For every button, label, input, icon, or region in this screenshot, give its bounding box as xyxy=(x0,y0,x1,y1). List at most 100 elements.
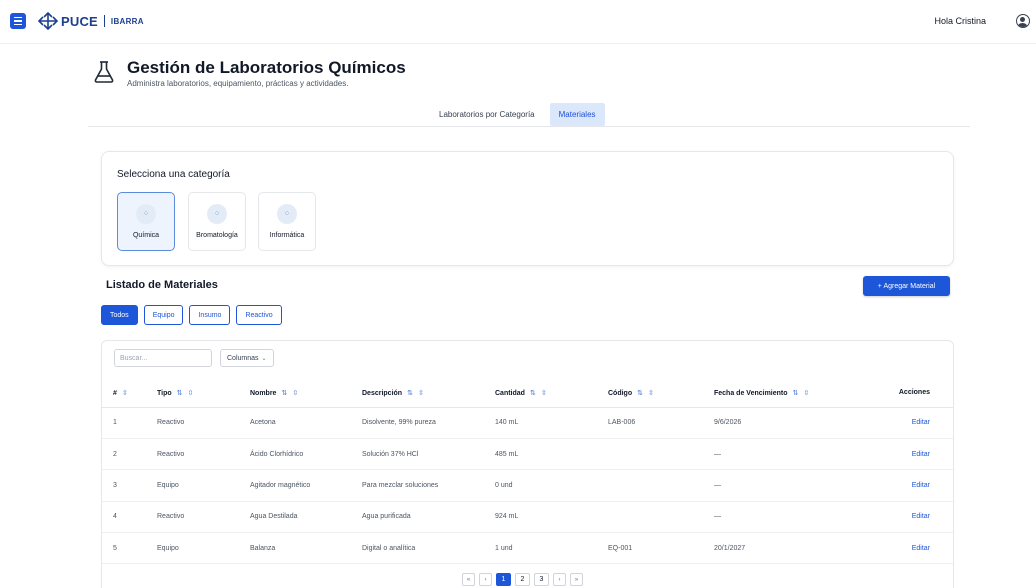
cell-nombre: Agua Destilada xyxy=(250,501,362,534)
edit-link[interactable]: Editar xyxy=(912,513,930,520)
page-header: Gestión de Laboratorios Químicos Adminis… xyxy=(93,58,406,88)
atom-icon: ⁘ xyxy=(136,204,156,224)
filter-icon[interactable]: ⇳ xyxy=(803,390,809,397)
sort-icon[interactable]: ⇅ xyxy=(281,390,287,397)
cell-tipo: Reactivo xyxy=(157,438,250,471)
cell-codigo xyxy=(608,438,714,471)
cell-nombre: Acetona xyxy=(250,407,362,439)
category-bromatologia[interactable]: ⁘ Bromatología xyxy=(188,192,246,251)
cell-number: 3 xyxy=(102,469,157,502)
campus-name: IBARRA xyxy=(110,16,144,26)
tab-materiales[interactable]: Materiales xyxy=(549,103,605,126)
cell-tipo: Equipo xyxy=(157,532,250,565)
cell-cantidad: 485 mL xyxy=(495,438,608,471)
menu-icon[interactable] xyxy=(10,13,26,29)
page-button-1[interactable]: 1 xyxy=(496,573,511,586)
top-bar: PUCE IBARRA Hola Cristina xyxy=(0,0,1036,44)
columns-dropdown[interactable]: Columnas ⌄ xyxy=(220,349,274,367)
column-header-cantidad[interactable]: Cantidad ⇅ ⇳ xyxy=(495,379,608,408)
table-row: 5 Equipo Balanza Digital o analítica 1 u… xyxy=(102,532,953,565)
cell-tipo: Reactivo xyxy=(157,407,250,439)
cell-cantidad: 924 mL xyxy=(495,501,608,534)
filter-icon[interactable]: ⇳ xyxy=(541,390,547,397)
atom-icon: ⁘ xyxy=(207,204,227,224)
user-avatar-icon[interactable] xyxy=(1016,14,1030,28)
filter-reactivo[interactable]: Reactivo xyxy=(236,305,282,325)
cell-fecha: — xyxy=(714,501,877,534)
sort-icon[interactable]: ⇅ xyxy=(407,390,413,397)
category-label: Química xyxy=(132,232,160,239)
cell-fecha: 20/1/2027 xyxy=(714,532,877,565)
column-header-tipo[interactable]: Tipo ⇅ ⇳ xyxy=(157,379,250,408)
edit-link[interactable]: Editar xyxy=(912,482,930,489)
prev-page-button[interactable]: ‹ xyxy=(479,573,492,586)
cell-number: 4 xyxy=(102,501,157,534)
cell-number: 1 xyxy=(102,407,157,439)
flask-icon xyxy=(94,61,114,83)
list-title: Listado de Materiales xyxy=(106,279,218,291)
filter-icon[interactable]: ⇳ xyxy=(188,390,194,397)
category-label: Bromatología xyxy=(196,232,238,239)
cell-tipo: Equipo xyxy=(157,469,250,502)
page-button-2[interactable]: 2 xyxy=(515,573,530,586)
column-header-number[interactable]: # ⇳ xyxy=(102,379,157,408)
table-row: 4 Reactivo Agua Destilada Agua purificad… xyxy=(102,501,953,534)
category-quimica[interactable]: ⁘ Química xyxy=(117,192,175,251)
cell-acciones: Editar xyxy=(877,438,953,471)
columns-label: Columnas xyxy=(227,354,259,362)
filter-icon[interactable]: ⇳ xyxy=(648,390,654,397)
column-header-nombre[interactable]: Nombre ⇅ ⇳ xyxy=(250,379,362,408)
atom-icon: ⁘ xyxy=(277,204,297,224)
filter-icon[interactable]: ⇳ xyxy=(292,390,298,397)
cell-fecha: — xyxy=(714,438,877,471)
cell-nombre: Agitador magnético xyxy=(250,469,362,502)
sort-icon[interactable]: ⇅ xyxy=(637,390,643,397)
cell-cantidad: 1 und xyxy=(495,532,608,565)
tabs-divider xyxy=(88,126,970,127)
cell-number: 2 xyxy=(102,438,157,471)
tab-bar: Laboratorios por Categoría Materiales xyxy=(430,103,605,126)
column-header-descripcion[interactable]: Descripción ⇅ ⇳ xyxy=(362,379,495,408)
cell-cantidad: 0 und xyxy=(495,469,608,502)
search-input[interactable]: Buscar... xyxy=(114,349,212,367)
column-header-acciones: Acciones xyxy=(877,379,953,408)
filter-icon[interactable]: ⇳ xyxy=(122,390,128,397)
column-header-codigo[interactable]: Código ⇅ ⇳ xyxy=(608,379,714,408)
category-informatica[interactable]: ⁘ Informática xyxy=(258,192,316,251)
table-row: 2 Reactivo Ácido Clorhídrico Solución 37… xyxy=(102,438,953,471)
pagination: « ‹ 1 2 3 › » xyxy=(462,573,583,586)
filter-todos[interactable]: Todos xyxy=(101,305,138,325)
first-page-button[interactable]: « xyxy=(462,573,475,586)
edit-link[interactable]: Editar xyxy=(912,545,930,552)
cell-fecha: — xyxy=(714,469,877,502)
cell-fecha: 9/6/2026 xyxy=(714,407,877,439)
cell-nombre: Balanza xyxy=(250,532,362,565)
column-header-fecha[interactable]: Fecha de Vencimiento ⇅ ⇳ xyxy=(714,379,877,408)
puce-logo-icon xyxy=(38,12,58,30)
next-page-button[interactable]: › xyxy=(553,573,566,586)
page-title: Gestión de Laboratorios Químicos xyxy=(127,58,406,77)
cell-acciones: Editar xyxy=(877,469,953,502)
table-row: 3 Equipo Agitador magnético Para mezclar… xyxy=(102,469,953,502)
last-page-button[interactable]: » xyxy=(570,573,583,586)
materials-table-card: Buscar... Columnas ⌄ # ⇳ Tipo ⇅ ⇳ Nombre ⇅ ⇳ … xyxy=(101,340,954,588)
filter-equipo[interactable]: Equipo xyxy=(143,305,184,325)
logo[interactable]: PUCE IBARRA xyxy=(38,12,144,30)
sort-icon[interactable]: ⇅ xyxy=(530,390,536,397)
category-title: Selecciona una categoría xyxy=(117,169,230,180)
cell-tipo: Reactivo xyxy=(157,501,250,534)
category-card: Selecciona una categoría ⁘ Química ⁘ Bro… xyxy=(101,151,954,266)
page-button-3[interactable]: 3 xyxy=(534,573,549,586)
sort-icon[interactable]: ⇅ xyxy=(177,390,183,397)
cell-descripcion: Solución 37% HCl xyxy=(362,438,495,471)
filter-icon[interactable]: ⇳ xyxy=(418,390,424,397)
tab-laboratorios[interactable]: Laboratorios por Categoría xyxy=(430,103,544,126)
filter-insumo[interactable]: Insumo xyxy=(189,305,231,325)
cell-descripcion: Digital o analítica xyxy=(362,532,495,565)
sort-icon[interactable]: ⇅ xyxy=(793,390,799,397)
cell-acciones: Editar xyxy=(877,501,953,534)
edit-link[interactable]: Editar xyxy=(912,451,930,458)
add-material-button[interactable]: + Agregar Material xyxy=(863,276,950,296)
logo-divider xyxy=(103,15,105,27)
edit-link[interactable]: Editar xyxy=(912,419,930,426)
